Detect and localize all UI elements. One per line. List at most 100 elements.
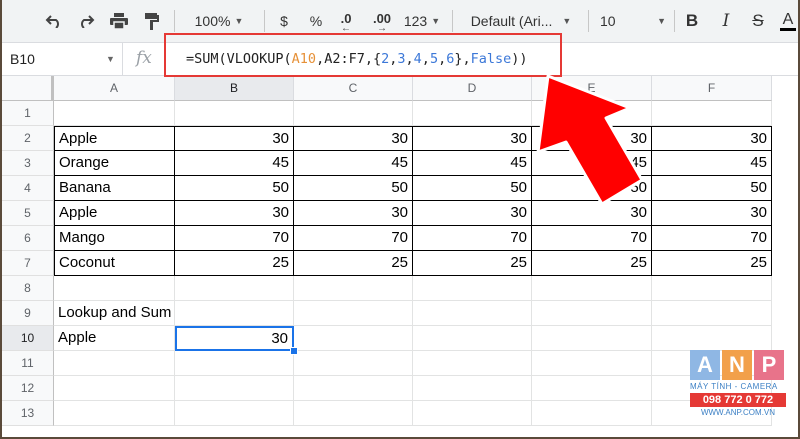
strikethrough-button[interactable]: S xyxy=(748,8,768,34)
cell-c3[interactable]: 45 xyxy=(294,151,413,176)
cell-d6[interactable]: 70 xyxy=(413,226,532,251)
cell-f4[interactable]: 50 xyxy=(652,176,772,201)
cell-c1[interactable] xyxy=(294,101,413,126)
cell-a5[interactable]: Apple xyxy=(54,201,175,226)
cell-e10[interactable] xyxy=(532,326,652,351)
row-header-2[interactable]: 2 xyxy=(2,126,54,151)
cell-e13[interactable] xyxy=(532,401,652,426)
increase-decimal-button[interactable]: .00 → xyxy=(366,8,398,34)
cell-f1[interactable] xyxy=(652,101,772,126)
cell-c2[interactable]: 30 xyxy=(294,126,413,151)
cell-f10[interactable] xyxy=(652,326,772,351)
cell-c4[interactable]: 50 xyxy=(294,176,413,201)
cell-f2[interactable]: 30 xyxy=(652,126,772,151)
cell-b11[interactable] xyxy=(175,351,294,376)
cell-f8[interactable] xyxy=(652,276,772,301)
column-header-e[interactable]: E xyxy=(532,76,652,101)
name-box[interactable]: B10 ▼ xyxy=(2,43,123,75)
cell-e7[interactable]: 25 xyxy=(532,251,652,276)
row-header-12[interactable]: 12 xyxy=(2,376,54,401)
cell-a2[interactable]: Apple xyxy=(54,126,175,151)
cell-b9[interactable] xyxy=(175,301,294,326)
cell-e3[interactable]: 45 xyxy=(532,151,652,176)
more-formats-select[interactable]: 123 ▼ xyxy=(402,8,442,34)
cell-e12[interactable] xyxy=(532,376,652,401)
column-header-b[interactable]: B xyxy=(175,76,294,101)
row-header-13[interactable]: 13 xyxy=(2,401,54,426)
cell-a10[interactable]: Apple xyxy=(54,326,175,351)
cell-b1[interactable] xyxy=(175,101,294,126)
cell-f5[interactable]: 30 xyxy=(652,201,772,226)
zoom-select[interactable]: 100% ▼ xyxy=(184,8,254,34)
cell-f7[interactable]: 25 xyxy=(652,251,772,276)
bold-button[interactable]: B xyxy=(682,8,702,34)
cell-e6[interactable]: 70 xyxy=(532,226,652,251)
cell-b3[interactable]: 45 xyxy=(175,151,294,176)
cell-d7[interactable]: 25 xyxy=(413,251,532,276)
cell-f3[interactable]: 45 xyxy=(652,151,772,176)
cell-c11[interactable] xyxy=(294,351,413,376)
cell-c13[interactable] xyxy=(294,401,413,426)
cell-f9[interactable] xyxy=(652,301,772,326)
percent-format-button[interactable]: % xyxy=(306,8,326,34)
redo-icon[interactable] xyxy=(74,8,98,34)
cell-a3[interactable]: Orange xyxy=(54,151,175,176)
italic-button[interactable]: I xyxy=(716,8,736,34)
cell-a9[interactable]: Lookup and Sum xyxy=(54,301,175,326)
column-header-d[interactable]: D xyxy=(413,76,532,101)
cell-b6[interactable]: 70 xyxy=(175,226,294,251)
cell-a12[interactable] xyxy=(54,376,175,401)
cell-e8[interactable] xyxy=(532,276,652,301)
cell-d4[interactable]: 50 xyxy=(413,176,532,201)
cell-a13[interactable] xyxy=(54,401,175,426)
cell-b12[interactable] xyxy=(175,376,294,401)
column-header-c[interactable]: C xyxy=(294,76,413,101)
cell-b13[interactable] xyxy=(175,401,294,426)
cell-e2[interactable]: 30 xyxy=(532,126,652,151)
fill-handle[interactable] xyxy=(290,347,298,355)
cell-d2[interactable]: 30 xyxy=(413,126,532,151)
paint-format-icon[interactable] xyxy=(140,8,164,34)
cell-d13[interactable] xyxy=(413,401,532,426)
cell-a7[interactable]: Coconut xyxy=(54,251,175,276)
cell-d1[interactable] xyxy=(413,101,532,126)
column-header-a[interactable]: A xyxy=(54,76,175,101)
cell-c6[interactable]: 70 xyxy=(294,226,413,251)
undo-icon[interactable] xyxy=(42,8,66,34)
row-header-6[interactable]: 6 xyxy=(2,226,54,251)
cell-b2[interactable]: 30 xyxy=(175,126,294,151)
cell-c5[interactable]: 30 xyxy=(294,201,413,226)
cell-b8[interactable] xyxy=(175,276,294,301)
text-color-button[interactable]: A xyxy=(778,8,798,34)
cell-b4[interactable]: 50 xyxy=(175,176,294,201)
cell-a11[interactable] xyxy=(54,351,175,376)
font-size-select[interactable]: 10 ▼ xyxy=(596,8,666,34)
cell-e5[interactable]: 30 xyxy=(532,201,652,226)
row-header-3[interactable]: 3 xyxy=(2,151,54,176)
cell-d5[interactable]: 30 xyxy=(413,201,532,226)
cell-c8[interactable] xyxy=(294,276,413,301)
cell-e4[interactable]: 50 xyxy=(532,176,652,201)
row-header-1[interactable]: 1 xyxy=(2,101,54,126)
cell-a6[interactable]: Mango xyxy=(54,226,175,251)
cell-b7[interactable]: 25 xyxy=(175,251,294,276)
cell-c7[interactable]: 25 xyxy=(294,251,413,276)
cell-e11[interactable] xyxy=(532,351,652,376)
cell-d12[interactable] xyxy=(413,376,532,401)
cell-d3[interactable]: 45 xyxy=(413,151,532,176)
decrease-decimal-button[interactable]: .0 ← xyxy=(332,8,360,34)
row-header-7[interactable]: 7 xyxy=(2,251,54,276)
cell-e1[interactable] xyxy=(532,101,652,126)
cell-d9[interactable] xyxy=(413,301,532,326)
cell-d8[interactable] xyxy=(413,276,532,301)
row-header-11[interactable]: 11 xyxy=(2,351,54,376)
row-header-5[interactable]: 5 xyxy=(2,201,54,226)
print-icon[interactable] xyxy=(106,8,132,34)
select-all-corner[interactable] xyxy=(2,76,54,101)
font-family-select[interactable]: Default (Ari... ▼ xyxy=(464,8,578,34)
row-header-9[interactable]: 9 xyxy=(2,301,54,326)
row-header-4[interactable]: 4 xyxy=(2,176,54,201)
cell-d10[interactable] xyxy=(413,326,532,351)
active-cell-b10[interactable]: 30 xyxy=(175,326,294,351)
cell-d11[interactable] xyxy=(413,351,532,376)
